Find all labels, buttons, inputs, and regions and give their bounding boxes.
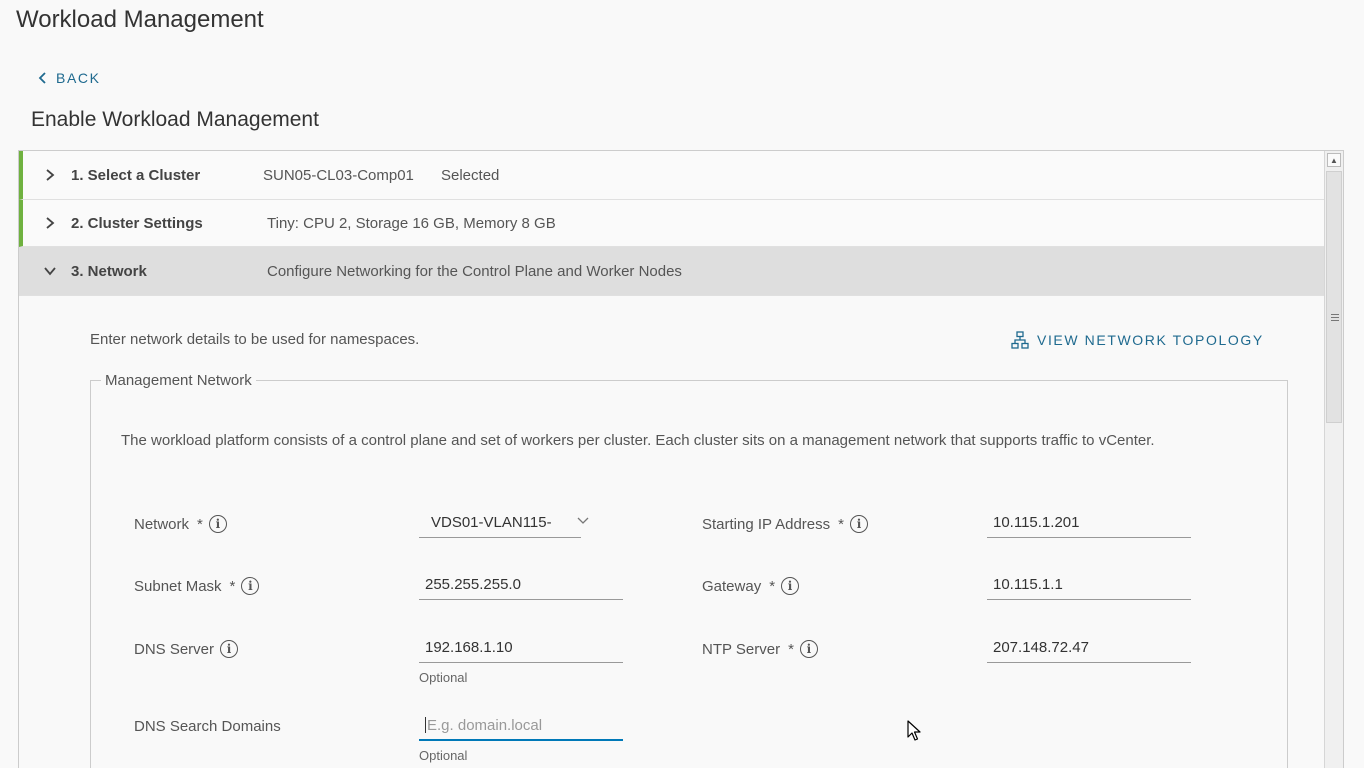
- management-network-description: The workload platform consists of a cont…: [121, 432, 1155, 449]
- info-icon[interactable]: i: [781, 577, 800, 595]
- required-marker: *: [769, 577, 776, 595]
- scrollbar-thumb[interactable]: [1326, 171, 1342, 423]
- required-marker: *: [197, 515, 203, 533]
- step-title: 2. Cluster Settings: [71, 214, 203, 232]
- step-title: 1. Select a Cluster: [71, 166, 201, 184]
- network-topology-icon: [1011, 331, 1029, 349]
- info-icon[interactable]: i: [220, 640, 239, 658]
- gateway-input[interactable]: 10.115.1.1: [987, 570, 1191, 600]
- info-icon[interactable]: i: [849, 515, 868, 533]
- step-network[interactable]: 3. Network Configure Networking for the …: [19, 247, 1325, 296]
- vertical-scrollbar[interactable]: ▲: [1324, 151, 1343, 768]
- section-title: Enable Workload Management: [31, 108, 319, 131]
- info-icon[interactable]: i: [799, 640, 818, 658]
- view-network-topology-link[interactable]: VIEW NETWORK TOPOLOGY: [1011, 331, 1264, 349]
- dns-server-label-text: DNS Server: [134, 640, 215, 658]
- step-cluster-settings[interactable]: 2. Cluster Settings Tiny: CPU 2, Storage…: [19, 200, 1325, 247]
- subnet-mask-input[interactable]: 255.255.255.0: [419, 570, 623, 600]
- chevron-right-icon: [46, 217, 55, 229]
- subnet-mask-label-text: Subnet Mask: [134, 577, 222, 595]
- network-select[interactable]: VDS01-VLAN115-: [419, 508, 589, 538]
- grip-icon: [1331, 314, 1339, 321]
- dns-search-domains-label: DNS Search Domains: [134, 718, 281, 735]
- chevron-right-icon: [46, 169, 55, 181]
- chevron-down-icon: [44, 267, 56, 276]
- fieldset-legend: Management Network: [101, 372, 256, 389]
- gateway-label-text: Gateway: [702, 577, 762, 595]
- info-icon[interactable]: i: [208, 515, 227, 533]
- page-title: Workload Management: [16, 6, 264, 33]
- dns-server-input[interactable]: 192.168.1.10: [419, 633, 623, 663]
- network-select-value: VDS01-VLAN115-: [431, 514, 552, 531]
- step-status: Selected: [441, 166, 500, 184]
- dns-search-domains-helper: Optional: [419, 748, 468, 763]
- step-summary: SUN05-CL03-Comp01: [263, 166, 414, 184]
- required-marker: *: [229, 577, 236, 595]
- dns-server-helper: Optional: [419, 670, 468, 685]
- network-label-text: Network: [134, 515, 190, 533]
- network-label: Network * i: [134, 515, 227, 533]
- dns-server-label: DNS Server i: [134, 640, 239, 658]
- chevron-down-icon: [577, 517, 589, 524]
- back-label: BACK: [56, 70, 101, 86]
- dns-search-domains-input[interactable]: E.g. domain.local: [419, 711, 623, 741]
- scroll-up-button[interactable]: ▲: [1327, 153, 1341, 167]
- gateway-label: Gateway * i: [702, 577, 800, 595]
- subnet-mask-label: Subnet Mask * i: [134, 577, 260, 595]
- back-link[interactable]: BACK: [38, 70, 101, 86]
- starting-ip-input[interactable]: 10.115.1.201: [987, 508, 1191, 538]
- step-title: 3. Network: [71, 262, 147, 280]
- ntp-server-input[interactable]: 207.148.72.47: [987, 633, 1191, 663]
- network-intro: Enter network details to be used for nam…: [90, 331, 420, 348]
- info-icon[interactable]: i: [241, 577, 260, 595]
- step-summary: Tiny: CPU 2, Storage 16 GB, Memory 8 GB: [267, 214, 556, 232]
- wizard-panel: 1. Select a Cluster SUN05-CL03-Comp01 Se…: [18, 150, 1344, 768]
- required-marker: *: [838, 515, 844, 533]
- ntp-server-label-text: NTP Server: [702, 640, 781, 658]
- mouse-pointer-icon: [907, 720, 921, 741]
- dns-search-placeholder: E.g. domain.local: [427, 717, 543, 734]
- step-select-cluster[interactable]: 1. Select a Cluster SUN05-CL03-Comp01 Se…: [19, 151, 1325, 200]
- starting-ip-label-text: Starting IP Address: [702, 515, 831, 533]
- chevron-left-icon: [38, 72, 46, 84]
- topology-label: VIEW NETWORK TOPOLOGY: [1037, 332, 1264, 348]
- step-summary: Configure Networking for the Control Pla…: [267, 262, 682, 280]
- required-marker: *: [788, 640, 794, 658]
- ntp-server-label: NTP Server * i: [702, 640, 818, 658]
- starting-ip-label: Starting IP Address * i: [702, 515, 868, 533]
- dns-search-domains-label-text: DNS Search Domains: [134, 718, 281, 735]
- text-cursor: [425, 717, 426, 733]
- management-network-fieldset: Management Network The workload platform…: [90, 372, 1288, 768]
